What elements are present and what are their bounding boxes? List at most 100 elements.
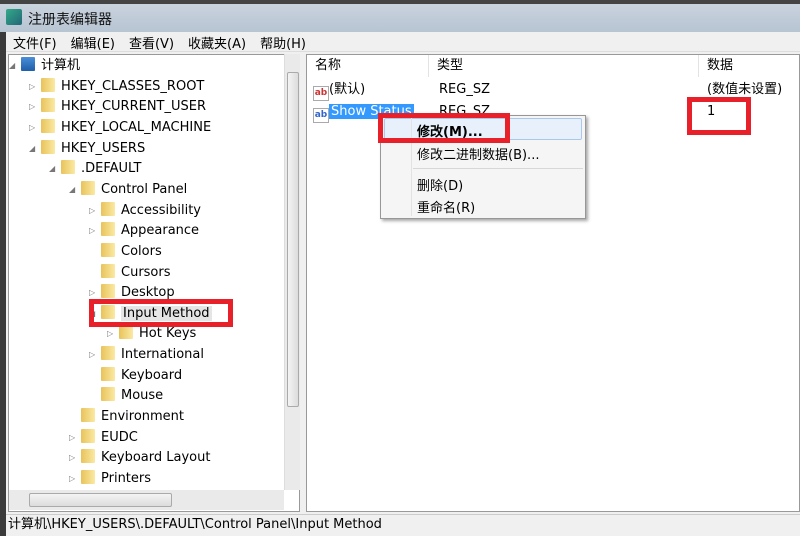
menu-modify-binary[interactable]: 修改二进制数据(B)... <box>417 144 539 163</box>
tree-node-label: EUDC <box>101 429 138 445</box>
collapsed-arrow-icon[interactable]: ▷ <box>107 324 113 344</box>
tree-node-label: Printers <box>101 471 152 486</box>
folder-icon <box>41 98 55 113</box>
collapsed-arrow-icon[interactable]: ▷ <box>69 428 75 448</box>
tree-node-label: HKEY_CURRENT_USER <box>61 99 207 115</box>
title-bar: 注册表编辑器 <box>0 0 800 32</box>
menu-view[interactable]: 查看(V) <box>122 32 181 53</box>
tree-node[interactable]: ▷ EUDC <box>69 428 138 448</box>
menu-bar: 文件(F) 编辑(E) 查看(V) 收藏夹(A) 帮助(H) <box>6 32 800 52</box>
folder-icon <box>101 263 115 278</box>
collapsed-arrow-icon[interactable]: ▷ <box>29 77 35 97</box>
tree-node[interactable]: ▷ Accessibility <box>89 201 201 221</box>
status-bar: 计算机\HKEY_USERS\.DEFAULT\Control Panel\In… <box>6 514 800 536</box>
expanded-arrow-icon[interactable]: ◢ <box>69 180 75 200</box>
tree-node-label: Accessibility <box>121 202 201 218</box>
tree-node[interactable]: Keyboard <box>101 366 182 386</box>
tree-node[interactable]: ▷ Appearance <box>89 221 200 241</box>
computer-icon <box>21 57 35 71</box>
collapsed-arrow-icon[interactable]: ▷ <box>89 201 95 221</box>
window-title: 注册表编辑器 <box>28 12 112 28</box>
expanded-arrow-icon[interactable]: ◢ <box>49 159 55 179</box>
tree-node[interactable]: Cursors <box>101 263 171 283</box>
collapsed-arrow-icon[interactable]: ▷ <box>29 118 35 138</box>
tree-node-label: Desktop <box>121 285 175 301</box>
menu-edit[interactable]: 编辑(E) <box>64 32 122 53</box>
regedit-icon <box>6 9 22 25</box>
folder-icon <box>101 242 115 257</box>
highlight-box <box>687 97 751 135</box>
tree-node-label: 计算机 <box>41 58 81 73</box>
tree-node[interactable]: ▷ HKEY_CURRENT_USER <box>29 97 207 117</box>
folder-icon <box>81 470 95 484</box>
folder-icon <box>81 428 95 443</box>
collapsed-arrow-icon[interactable]: ▷ <box>29 97 35 117</box>
tree-node[interactable]: ◢ HKEY_USERS <box>29 139 146 159</box>
tree-node-label: International <box>121 347 204 363</box>
folder-icon <box>119 325 133 340</box>
column-data[interactable]: 数据 <box>699 55 800 77</box>
tree-node-label: .DEFAULT <box>81 161 142 177</box>
string-value-icon: ab <box>313 86 329 101</box>
tree-node[interactable]: Mouse <box>101 386 163 406</box>
folder-icon <box>61 160 75 175</box>
tree-node-label: Cursors <box>121 264 171 280</box>
folder-icon <box>41 77 55 92</box>
collapsed-arrow-icon[interactable]: ▷ <box>69 469 75 489</box>
expanded-arrow-icon[interactable]: ◢ <box>9 56 15 76</box>
menu-favorites[interactable]: 收藏夹(A) <box>181 32 253 53</box>
tree-node-label: Keyboard <box>121 367 183 383</box>
folder-icon <box>101 222 115 237</box>
tree-node-label: Keyboard Layout <box>101 450 211 466</box>
tree-node-label: HKEY_CLASSES_ROOT <box>61 78 205 94</box>
registry-tree: ◢ 计算机 ▷ HKEY_CLASSES_ROOT ▷ HKEY_CURRENT_USER… <box>8 54 300 512</box>
scroll-thumb[interactable] <box>287 72 299 407</box>
menu-rename[interactable]: 重命名(R) <box>417 197 475 216</box>
value-row[interactable]: ab (默认) <box>313 80 365 101</box>
tree-node[interactable]: ▷ HKEY_CLASSES_ROOT <box>29 77 205 97</box>
tree-node[interactable]: ▷ HKEY_LOCAL_MACHINE <box>29 118 211 138</box>
folder-icon <box>101 284 115 299</box>
tree-horizontal-scrollbar[interactable] <box>9 490 284 510</box>
tree-node-label: HKEY_USERS <box>61 140 146 156</box>
folder-icon <box>101 387 115 402</box>
value-type: REG_SZ <box>439 82 490 97</box>
collapsed-arrow-icon[interactable]: ▷ <box>89 345 95 365</box>
highlight-box <box>378 113 510 143</box>
folder-icon <box>41 118 55 133</box>
menu-help[interactable]: 帮助(H) <box>253 32 313 53</box>
folder-icon <box>41 139 55 154</box>
folder-icon <box>81 408 95 423</box>
tree-node[interactable]: ◢ .DEFAULT <box>49 159 142 179</box>
highlight-box <box>89 299 233 327</box>
folder-icon <box>101 366 115 381</box>
tree-node[interactable]: ▷ Printers <box>69 469 152 489</box>
column-type[interactable]: 类型 <box>429 55 699 77</box>
tree-node-label: Control Panel <box>101 181 188 197</box>
menu-separator <box>413 168 583 169</box>
tree-node[interactable]: ◢ Control Panel <box>69 180 188 200</box>
folder-icon <box>81 449 95 464</box>
tree-node[interactable]: ◢ 计算机 <box>9 56 81 76</box>
tree-vertical-scrollbar[interactable] <box>284 54 300 490</box>
tree-node[interactable]: Colors <box>101 242 162 262</box>
tree-node-label: Mouse <box>121 388 164 404</box>
folder-icon <box>101 201 115 216</box>
tree-node-label: Environment <box>101 409 185 425</box>
string-value-icon: ab <box>313 108 329 123</box>
tree-node[interactable]: ▷ International <box>89 345 204 365</box>
expanded-arrow-icon[interactable]: ◢ <box>29 139 35 159</box>
tree-node[interactable]: ▷ Keyboard Layout <box>69 448 211 468</box>
scroll-thumb[interactable] <box>29 493 172 507</box>
menu-delete[interactable]: 删除(D) <box>417 175 463 194</box>
tree-node[interactable]: Environment <box>81 407 184 427</box>
collapsed-arrow-icon[interactable]: ▷ <box>69 448 75 468</box>
folder-icon <box>101 346 115 361</box>
folder-icon <box>81 180 95 195</box>
tree-node-label: Hot Keys <box>139 326 197 342</box>
tree-node[interactable]: ▷ Hot Keys <box>107 324 197 344</box>
menu-file[interactable]: 文件(F) <box>6 32 64 53</box>
column-name[interactable]: 名称 <box>307 55 429 77</box>
tree-node-label: Appearance <box>121 223 200 239</box>
collapsed-arrow-icon[interactable]: ▷ <box>89 221 95 241</box>
